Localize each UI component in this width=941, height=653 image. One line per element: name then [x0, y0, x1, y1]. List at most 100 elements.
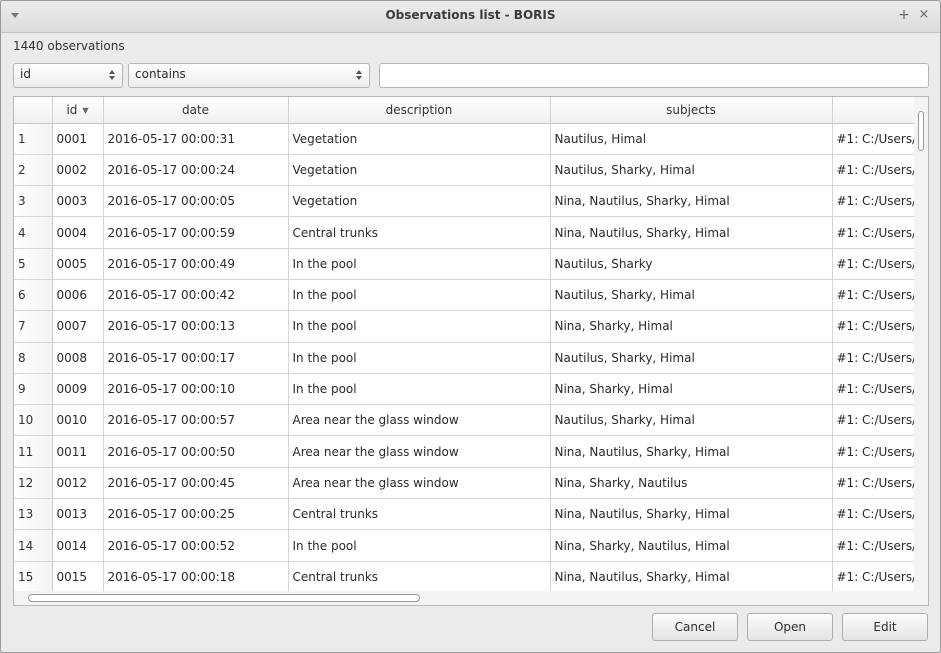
cell-subjects: Nina, Sharky, Himal	[550, 373, 833, 406]
cell-id: 0002	[52, 154, 104, 187]
title-bar[interactable]: Observations list - BORIS + ×	[1, 1, 940, 33]
filter-field-value: id	[20, 67, 31, 81]
row-number: 14	[14, 529, 53, 562]
cell-id: 0014	[52, 529, 104, 562]
row-number: 13	[14, 498, 53, 531]
table-header-row: id ▼ date description subjects	[14, 97, 928, 124]
cell-id: 0001	[52, 123, 104, 155]
open-button[interactable]: Open	[747, 613, 833, 641]
cell-subjects: Nautilus, Himal	[550, 123, 833, 155]
column-header-description[interactable]: description	[288, 97, 551, 124]
cell-subjects: Nautilus, Sharky, Himal	[550, 404, 833, 437]
row-number: 1	[14, 123, 53, 155]
row-number: 4	[14, 216, 53, 249]
cell-description: Area near the glass window	[288, 404, 551, 437]
cell-subjects: Nina, Nautilus, Sharky, Himal	[550, 561, 833, 593]
cell-description: Vegetation	[288, 185, 551, 218]
cell-date: 2016-05-17 00:00:18	[103, 561, 289, 593]
cell-date: 2016-05-17 00:00:59	[103, 216, 289, 249]
cell-description: Vegetation	[288, 123, 551, 155]
table-row[interactable]: 7 0007 2016-05-17 00:00:13 In the pool Nina,…	[14, 310, 928, 343]
cell-subjects: Nina, Nautilus, Sharky, Himal	[550, 435, 833, 468]
close-icon[interactable]: ×	[918, 7, 930, 22]
cell-date: 2016-05-17 00:00:42	[103, 279, 289, 312]
table-row[interactable]: 5 0005 2016-05-17 00:00:49 In the pool Nauti…	[14, 248, 928, 280]
horizontal-scrollbar[interactable]	[14, 591, 928, 605]
cell-description: In the pool	[288, 279, 551, 312]
filter-operator-value: contains	[135, 67, 186, 81]
vertical-scrollbar-thumb[interactable]	[918, 111, 924, 151]
cell-id: 0003	[52, 185, 104, 218]
table-body: 1 0001 2016-05-17 00:00:31 Vegetation Nautil…	[14, 123, 928, 593]
window-title: Observations list - BORIS	[385, 8, 556, 22]
cell-date: 2016-05-17 00:00:25	[103, 498, 289, 531]
cell-subjects: Nautilus, Sharky, Himal	[550, 154, 833, 187]
filter-value-input[interactable]	[379, 63, 929, 88]
table-row[interactable]: 6 0006 2016-05-17 00:00:42 In the pool Nauti…	[14, 279, 928, 312]
cell-id: 0013	[52, 498, 104, 531]
row-number: 10	[14, 404, 53, 437]
row-number: 6	[14, 279, 53, 312]
cell-subjects: Nina, Nautilus, Sharky, Himal	[550, 185, 833, 218]
cell-subjects: Nina, Nautilus, Sharky, Himal	[550, 216, 833, 249]
cell-description: Central trunks	[288, 216, 551, 249]
row-number: 8	[14, 342, 53, 374]
row-number-corner	[14, 97, 53, 124]
table-row[interactable]: 11 0011 2016-05-17 00:00:50 Area near the g…	[14, 435, 928, 468]
cell-date: 2016-05-17 00:00:31	[103, 123, 289, 155]
cell-id: 0009	[52, 373, 104, 406]
table-row[interactable]: 10 0010 2016-05-17 00:00:57 Area near the g…	[14, 404, 928, 437]
column-header-date[interactable]: date	[103, 97, 289, 124]
filter-operator-select[interactable]: contains	[128, 63, 370, 88]
edit-button[interactable]: Edit	[842, 613, 928, 641]
observations-grid: id ▼ date description subjects 1 0001 2016-…	[14, 97, 928, 593]
cell-description: Area near the glass window	[288, 435, 551, 468]
table-row[interactable]: 12 0012 2016-05-17 00:00:45 Area near the g…	[14, 467, 928, 500]
cell-description: Central trunks	[288, 561, 551, 593]
cell-date: 2016-05-17 00:00:24	[103, 154, 289, 187]
row-number: 2	[14, 154, 53, 187]
cell-subjects: Nina, Sharky, Himal	[550, 310, 833, 343]
filter-field-select[interactable]: id	[13, 63, 123, 88]
cell-date: 2016-05-17 00:00:49	[103, 248, 289, 280]
table-row[interactable]: 2 0002 2016-05-17 00:00:24 Vegetation Nautil…	[14, 154, 928, 187]
row-number: 5	[14, 248, 53, 280]
horizontal-scrollbar-thumb[interactable]	[28, 594, 420, 602]
table-row[interactable]: 1 0001 2016-05-17 00:00:31 Vegetation Nautil…	[14, 123, 928, 155]
maximize-icon[interactable]: +	[898, 7, 910, 23]
cell-subjects: Nautilus, Sharky, Himal	[550, 342, 833, 374]
table-row[interactable]: 4 0004 2016-05-17 00:00:59 Central trunks Ni…	[14, 216, 928, 249]
cancel-button[interactable]: Cancel	[652, 613, 738, 641]
vertical-scrollbar[interactable]	[914, 97, 928, 591]
cell-id: 0010	[52, 404, 104, 437]
cell-date: 2016-05-17 00:00:45	[103, 467, 289, 500]
row-number: 11	[14, 435, 53, 468]
cell-subjects: Nina, Nautilus, Sharky, Himal	[550, 498, 833, 531]
cell-date: 2016-05-17 00:00:57	[103, 404, 289, 437]
updown-arrows-icon	[109, 70, 115, 80]
cell-description: In the pool	[288, 342, 551, 374]
table-row[interactable]: 9 0009 2016-05-17 00:00:10 In the pool Nina,…	[14, 373, 928, 406]
cell-description: Central trunks	[288, 498, 551, 531]
cell-id: 0004	[52, 216, 104, 249]
cell-date: 2016-05-17 00:00:17	[103, 342, 289, 374]
cell-description: In the pool	[288, 248, 551, 280]
table-row[interactable]: 15 0015 2016-05-17 00:00:18 Central trunks N…	[14, 561, 928, 593]
observations-table[interactable]: id ▼ date description subjects 1 0001 2016-…	[13, 96, 929, 606]
table-row[interactable]: 8 0008 2016-05-17 00:00:17 In the pool Nauti…	[14, 342, 928, 374]
column-header-subjects[interactable]: subjects	[550, 97, 833, 124]
cell-description: Area near the glass window	[288, 467, 551, 500]
cell-date: 2016-05-17 00:00:13	[103, 310, 289, 343]
cell-id: 0011	[52, 435, 104, 468]
cell-id: 0006	[52, 279, 104, 312]
row-number: 3	[14, 185, 53, 218]
table-row[interactable]: 13 0013 2016-05-17 00:00:25 Central trunks N…	[14, 498, 928, 531]
table-row[interactable]: 3 0003 2016-05-17 00:00:05 Vegetation Nina, …	[14, 185, 928, 218]
column-header-id[interactable]: id ▼	[52, 97, 104, 124]
updown-arrows-icon	[356, 70, 362, 80]
cell-id: 0005	[52, 248, 104, 280]
observations-count-label: 1440 observations	[13, 39, 125, 53]
table-row[interactable]: 14 0014 2016-05-17 00:00:52 In the pool Nina…	[14, 529, 928, 562]
cell-description: Vegetation	[288, 154, 551, 187]
row-number: 15	[14, 561, 53, 593]
